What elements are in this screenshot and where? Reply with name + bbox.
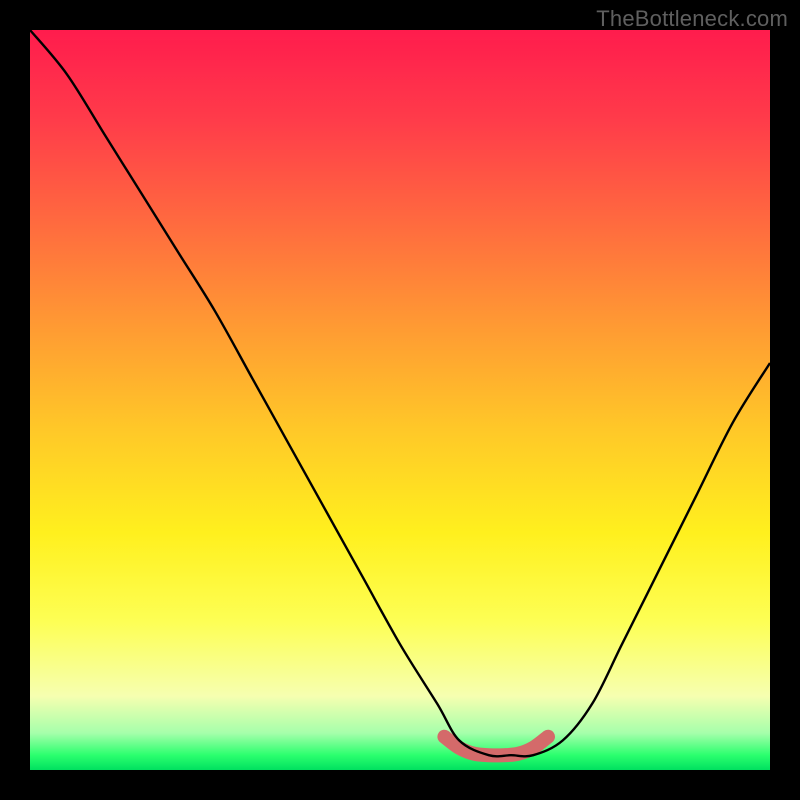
bottleneck-curve-line — [30, 30, 770, 756]
chart-lines — [30, 30, 770, 770]
watermark-text: TheBottleneck.com — [596, 6, 788, 32]
chart-plot-area — [30, 30, 770, 770]
